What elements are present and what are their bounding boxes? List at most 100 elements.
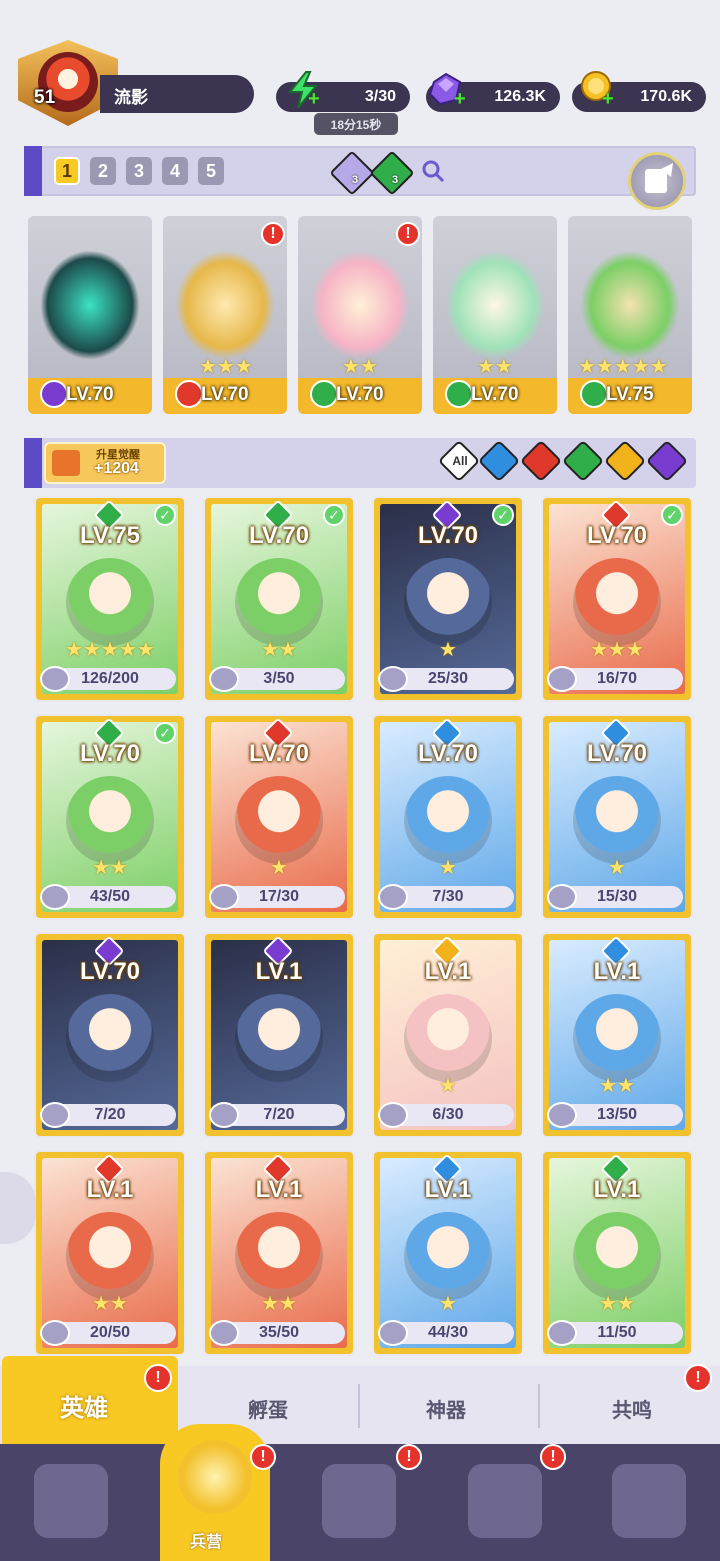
energy-timer: 18分15秒 xyxy=(314,113,398,135)
dark-element-icon xyxy=(40,380,68,408)
hero-card[interactable]: ✓ LV.75 ★★★★★ 126/200 xyxy=(36,498,184,700)
filter-bar-accent xyxy=(24,438,42,488)
hero-card[interactable]: LV.70 7/20 xyxy=(36,934,184,1136)
hero-portrait xyxy=(66,1212,154,1300)
hero-portrait xyxy=(404,558,492,646)
tab-artifact[interactable]: 神器 xyxy=(426,1394,466,1423)
team-slot-3[interactable]: 3 xyxy=(126,157,152,185)
nature-crystal-icon[interactable] xyxy=(369,150,415,196)
team-card-stars: ★★★ xyxy=(199,356,253,378)
nature-element-icon xyxy=(580,380,608,408)
side-float-helper[interactable] xyxy=(0,1172,36,1244)
hero-card[interactable]: LV.70 ★ 17/30 xyxy=(205,716,353,918)
team-card-1[interactable]: LV.70 xyxy=(28,216,152,414)
hero-card[interactable]: LV.1 ★★ 20/50 xyxy=(36,1152,184,1354)
team-card-3[interactable]: ★★ LV.70 xyxy=(298,216,422,414)
dark-crystal-icon[interactable] xyxy=(329,150,375,196)
team-card-level: LV.70 xyxy=(201,384,249,405)
team-card-stars: ★★★★★ xyxy=(578,356,668,378)
hero-stars: ★★ xyxy=(261,1293,297,1315)
shard-icon xyxy=(209,666,239,692)
team-card-level: LV.75 xyxy=(606,384,654,405)
coin-add-icon[interactable]: + xyxy=(602,88,614,111)
shard-icon xyxy=(547,1102,577,1128)
hero-portrait xyxy=(580,250,680,360)
hero-card[interactable]: ✓ LV.70 ★ 25/30 xyxy=(374,498,522,700)
tab-resonance[interactable]: 共鸣 xyxy=(612,1394,652,1423)
gem-add-icon[interactable]: + xyxy=(454,88,466,111)
exit-icon xyxy=(645,163,673,193)
hero-card[interactable]: LV.70 ★ 7/30 xyxy=(374,716,522,918)
shard-icon xyxy=(547,666,577,692)
dark-crystal-count: 3 xyxy=(352,174,359,186)
tab-hatch[interactable]: 孵蛋 xyxy=(248,1394,288,1423)
hero-card[interactable]: LV.1 ★★ 13/50 xyxy=(543,934,691,1136)
hero-level: LV.70 xyxy=(248,740,310,767)
hero-portrait xyxy=(235,558,323,646)
hero-stars: ★★ xyxy=(92,857,128,879)
shop-nav-icon[interactable] xyxy=(468,1464,542,1538)
hero-level: LV.70 xyxy=(586,522,648,549)
team-slot-1[interactable]: 1 xyxy=(54,157,80,185)
tab-divider xyxy=(538,1384,540,1428)
team-card-4[interactable]: ★★ LV.70 xyxy=(433,216,557,414)
hero-stars: ★ xyxy=(439,1293,457,1315)
barracks-nav-label: 兵营 xyxy=(190,1534,223,1551)
hero-stars: ★ xyxy=(439,639,457,661)
awaken-value: +1204 xyxy=(94,460,139,477)
sword-icon xyxy=(52,450,80,476)
tab-divider xyxy=(358,1384,360,1428)
filter-all-label: All xyxy=(452,454,468,468)
hero-level: LV.70 xyxy=(79,958,141,985)
hero-card[interactable]: LV.70 ★ 15/30 xyxy=(543,716,691,918)
map-nav-icon[interactable] xyxy=(322,1464,396,1538)
mushroom-nav-icon[interactable] xyxy=(612,1464,686,1538)
hero-portrait xyxy=(66,558,154,646)
hero-stars: ★ xyxy=(439,1075,457,1097)
energy-add-icon[interactable]: + xyxy=(308,88,320,111)
team-card-2[interactable]: ★★★ LV.70 xyxy=(163,216,287,414)
shard-icon xyxy=(40,666,70,692)
gem-value: 126.3K xyxy=(494,88,546,105)
hero-level: LV.70 xyxy=(417,522,479,549)
hero-card[interactable]: ✓ LV.70 ★★ 43/50 xyxy=(36,716,184,918)
tab-resonance-alert: ! xyxy=(684,1364,712,1392)
shard-icon xyxy=(547,1320,577,1346)
hero-card[interactable]: LV.1 ★★ 11/50 xyxy=(543,1152,691,1354)
hero-card[interactable]: LV.1 ★ 6/30 xyxy=(374,934,522,1136)
cards-nav-icon[interactable] xyxy=(34,1464,108,1538)
team-card-5[interactable]: ★★★★★ LV.75 xyxy=(568,216,692,414)
hero-level: LV.1 xyxy=(255,1176,303,1203)
hero-stars: ★ xyxy=(270,857,288,879)
shard-icon xyxy=(378,884,408,910)
hero-stars: ★★★★★ xyxy=(65,639,155,661)
hero-portrait xyxy=(66,994,154,1082)
shop-alert: ! xyxy=(540,1444,566,1470)
star-awaken-button[interactable]: 升星觉醒 +1204 xyxy=(44,442,166,484)
hero-portrait xyxy=(66,776,154,864)
energy-value: 3/30 xyxy=(364,88,396,105)
hero-card[interactable]: LV.1 7/20 xyxy=(205,934,353,1136)
team-card-stars: ★★ xyxy=(477,356,513,378)
hero-portrait xyxy=(573,558,661,646)
team-settings-button[interactable] xyxy=(628,152,686,210)
team-slot-5[interactable]: 5 xyxy=(198,157,224,185)
hero-stars: ★★ xyxy=(92,1293,128,1315)
team-slot-2[interactable]: 2 xyxy=(90,157,116,185)
barracks-alert: ! xyxy=(250,1444,276,1470)
shard-icon xyxy=(40,1102,70,1128)
hero-stars: ★ xyxy=(608,857,626,879)
player-name: 流影 xyxy=(114,88,148,107)
player-level: 51 xyxy=(34,87,56,108)
hero-portrait xyxy=(573,776,661,864)
nature-element-icon xyxy=(445,380,473,408)
team-slot-4[interactable]: 4 xyxy=(162,157,188,185)
hero-card[interactable]: LV.1 ★ 44/30 xyxy=(374,1152,522,1354)
hero-card[interactable]: LV.1 ★★ 35/50 xyxy=(205,1152,353,1354)
hero-card[interactable]: ✓ LV.70 ★★★ 16/70 xyxy=(543,498,691,700)
search-icon[interactable] xyxy=(420,158,446,184)
hero-portrait xyxy=(235,1212,323,1300)
map-alert: ! xyxy=(396,1444,422,1470)
shard-icon xyxy=(40,884,70,910)
hero-card[interactable]: ✓ LV.70 ★★ 3/50 xyxy=(205,498,353,700)
